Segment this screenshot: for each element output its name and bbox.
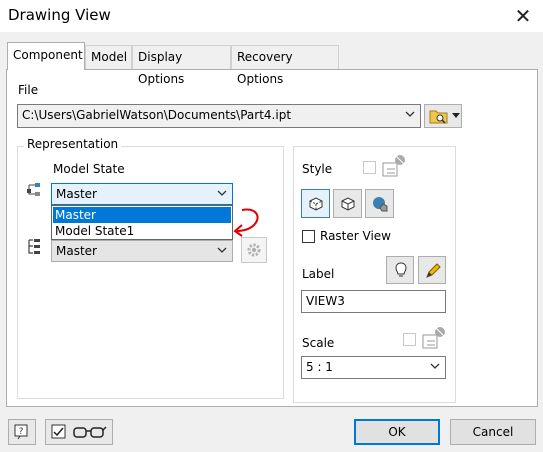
model-state-selected: Master bbox=[56, 187, 97, 201]
chevron-down-icon bbox=[217, 247, 227, 253]
lightbulb-icon bbox=[395, 262, 407, 277]
design-view-select[interactable]: Master bbox=[51, 240, 233, 262]
tab-recovery-options[interactable]: Recovery Options bbox=[231, 45, 339, 86]
style-from-base-icon bbox=[382, 154, 406, 177]
raster-view-checkbox[interactable] bbox=[302, 230, 315, 243]
glasses-icon bbox=[73, 426, 107, 438]
scale-from-base-checkbox[interactable] bbox=[403, 333, 416, 346]
help-icon: ? bbox=[14, 424, 28, 440]
model-state-option-1[interactable]: Model State1 bbox=[53, 223, 231, 239]
gear-icon bbox=[247, 243, 261, 257]
style-label: Style bbox=[302, 162, 333, 176]
shaded-button[interactable] bbox=[365, 189, 394, 218]
cancel-button[interactable]: Cancel bbox=[450, 419, 536, 445]
svg-text:?: ? bbox=[19, 427, 24, 437]
browse-button[interactable] bbox=[424, 104, 462, 128]
scale-value: 5 : 1 bbox=[306, 360, 333, 374]
edit-label-button[interactable] bbox=[418, 256, 446, 284]
close-icon[interactable]: ✕ bbox=[510, 3, 536, 29]
ok-button[interactable]: OK bbox=[354, 419, 440, 445]
hidden-line-removed-button[interactable] bbox=[333, 189, 362, 218]
tab-display-options[interactable]: Display Options bbox=[132, 45, 231, 86]
scale-label: Scale bbox=[302, 336, 335, 350]
design-view-settings-button[interactable] bbox=[241, 237, 267, 263]
style-from-base-checkbox[interactable] bbox=[363, 161, 376, 174]
help-button[interactable]: ? bbox=[8, 419, 36, 445]
annotation-arrow bbox=[233, 208, 259, 237]
toggle-label-visibility-button[interactable] bbox=[386, 256, 414, 284]
tab-component[interactable]: Component bbox=[7, 42, 85, 70]
model-state-label: Model State bbox=[53, 162, 125, 176]
chevron-down-icon bbox=[430, 363, 440, 369]
scale-from-base-icon bbox=[422, 326, 446, 349]
model-state-option-master[interactable]: Master bbox=[53, 207, 231, 223]
label-value: VIEW3 bbox=[306, 294, 345, 308]
hidden-line-removed-icon bbox=[341, 197, 355, 211]
model-state-select[interactable]: Master bbox=[51, 183, 233, 205]
representation-label: Representation bbox=[24, 137, 122, 151]
window-title: Drawing View bbox=[8, 6, 111, 24]
chevron-down-icon bbox=[217, 190, 227, 196]
folder-icon bbox=[429, 110, 448, 124]
raster-view-label: Raster View bbox=[320, 229, 391, 243]
tab-model[interactable]: Model bbox=[85, 45, 132, 69]
hidden-line-icon bbox=[309, 197, 323, 211]
file-path-combo[interactable]: C:\Users\GabrielWatson\Documents\Part4.i… bbox=[17, 104, 421, 128]
label-input[interactable]: VIEW3 bbox=[301, 290, 446, 313]
design-view-selected: Master bbox=[56, 244, 97, 258]
model-state-icon bbox=[27, 183, 40, 196]
dropdown-arrow-icon bbox=[452, 113, 460, 118]
file-path-value: C:\Users\GabrielWatson\Documents\Part4.i… bbox=[22, 108, 292, 122]
shaded-icon bbox=[373, 197, 388, 212]
design-view-icon bbox=[28, 239, 40, 254]
check-icon bbox=[51, 424, 66, 439]
scale-combo[interactable]: 5 : 1 bbox=[301, 356, 446, 379]
file-label: File bbox=[18, 83, 39, 97]
chevron-down-icon bbox=[405, 111, 415, 117]
label-label: Label bbox=[302, 267, 335, 281]
hidden-line-button[interactable] bbox=[301, 189, 330, 218]
pencil-icon bbox=[426, 263, 441, 278]
preview-toggle[interactable] bbox=[45, 419, 113, 445]
model-state-dropdown-list: Master Model State1 bbox=[51, 205, 233, 240]
